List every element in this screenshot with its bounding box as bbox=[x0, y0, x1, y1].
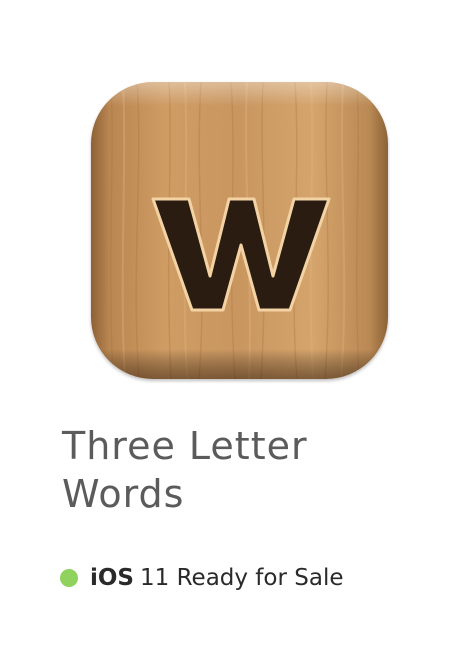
wooden-tile-w-icon[interactable] bbox=[91, 82, 388, 379]
status-row: iOS 11 Ready for Sale bbox=[60, 564, 343, 592]
platform-label: iOS bbox=[90, 565, 135, 591]
status-text: iOS 11 Ready for Sale bbox=[90, 565, 343, 591]
status-label: 11 Ready for Sale bbox=[140, 565, 344, 591]
app-name: Three Letter Words bbox=[62, 424, 308, 516]
app-card: Three Letter Words iOS 11 Ready for Sale bbox=[0, 0, 475, 672]
status-dot-icon bbox=[60, 569, 78, 587]
